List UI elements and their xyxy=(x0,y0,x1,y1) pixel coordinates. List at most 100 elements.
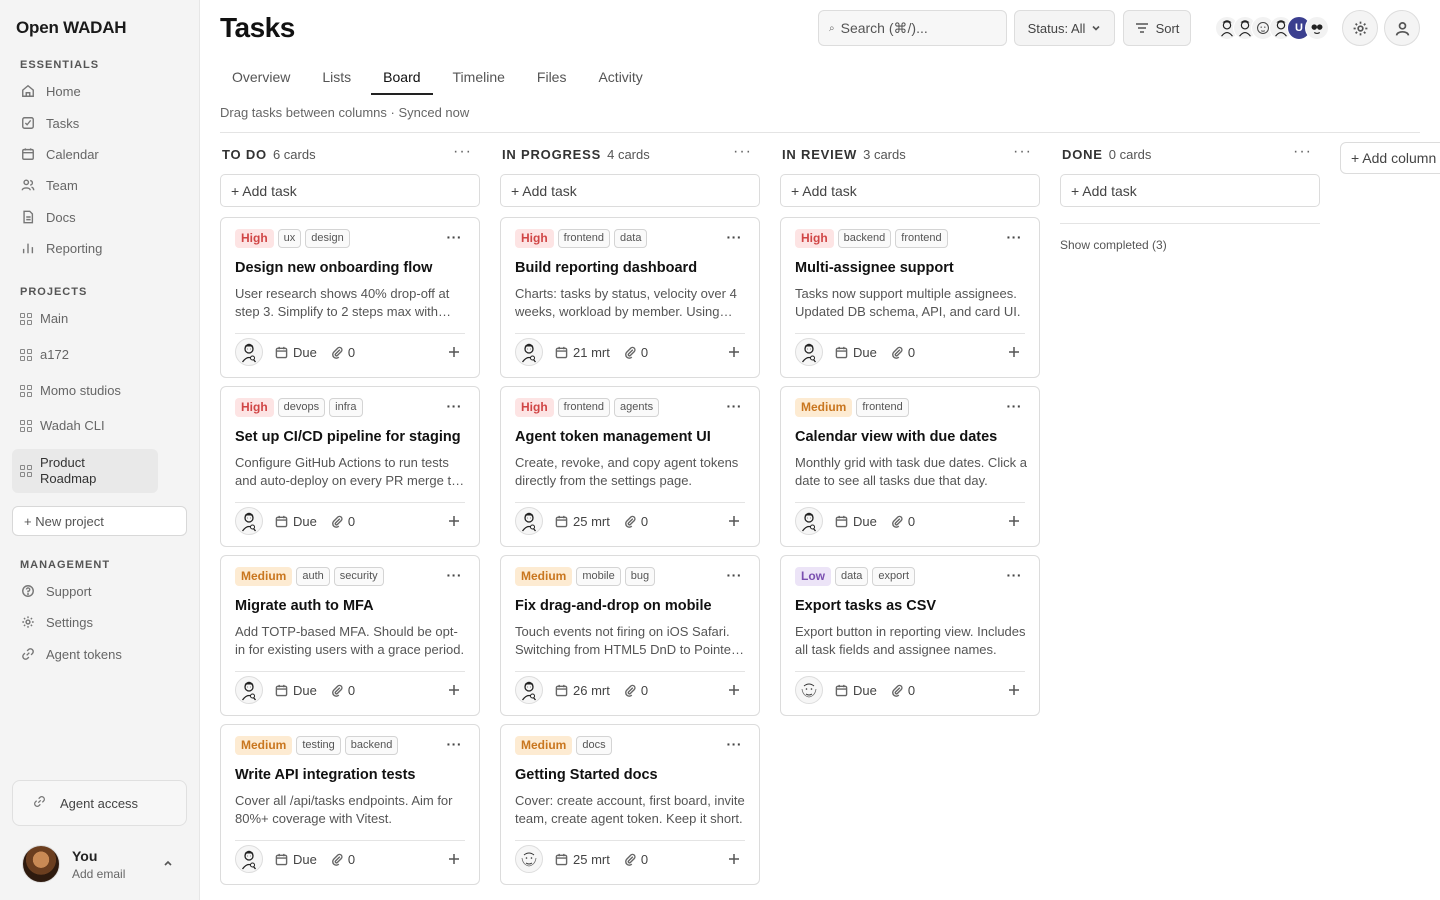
avatar[interactable] xyxy=(235,507,263,535)
tab-activity[interactable]: Activity xyxy=(586,60,654,95)
add-column-button[interactable]: + Add column xyxy=(1340,142,1440,174)
task-card[interactable]: Medium frontend ··· Calendar view with due … xyxy=(780,386,1040,547)
more-icon[interactable]: ··· xyxy=(447,737,463,751)
due-date[interactable]: Due xyxy=(275,514,317,529)
task-card[interactable]: Medium testing backend ··· Write API integra… xyxy=(220,724,480,885)
tab-overview[interactable]: Overview xyxy=(220,60,302,95)
due-date[interactable]: 26 mrt xyxy=(555,683,610,698)
due-date[interactable]: Due xyxy=(835,683,877,698)
plus-icon[interactable] xyxy=(1005,343,1023,361)
plus-icon[interactable] xyxy=(725,343,743,361)
avatar[interactable] xyxy=(795,507,823,535)
user-menu[interactable]: You Add email xyxy=(22,844,182,884)
due-date[interactable]: Due xyxy=(275,852,317,867)
search-input[interactable] xyxy=(840,20,991,36)
attachments[interactable]: 0 xyxy=(891,514,915,529)
more-icon[interactable]: ··· xyxy=(447,568,463,582)
avatar[interactable] xyxy=(235,845,263,873)
sidebar-item-settings[interactable]: Settings xyxy=(20,611,93,633)
plus-icon[interactable] xyxy=(445,512,463,530)
due-date[interactable]: 25 mrt xyxy=(555,852,610,867)
more-icon[interactable]: ··· xyxy=(1293,144,1312,160)
more-icon[interactable]: ··· xyxy=(727,230,743,244)
more-icon[interactable]: ··· xyxy=(447,230,463,244)
add-task-button[interactable]: + Add task xyxy=(780,174,1040,207)
sidebar-item-docs[interactable]: Docs xyxy=(20,206,76,228)
attachments[interactable]: 0 xyxy=(624,852,648,867)
more-icon[interactable]: ··· xyxy=(733,144,752,160)
due-date[interactable]: 21 mrt xyxy=(555,345,610,360)
sidebar-project-wadah-cli[interactable]: Wadah CLI xyxy=(20,418,158,433)
sidebar-item-calendar[interactable]: Calendar xyxy=(20,143,99,165)
sidebar-item-support[interactable]: Support xyxy=(20,580,92,602)
add-task-button[interactable]: + Add task xyxy=(220,174,480,207)
task-card[interactable]: Medium docs ··· Getting Started docs Cover: … xyxy=(500,724,760,885)
task-card[interactable]: Low data export ··· Export tasks as CSV Expor… xyxy=(780,555,1040,716)
show-completed-link[interactable]: Show completed (3) xyxy=(1060,238,1320,252)
task-card[interactable]: High backend frontend ··· Multi-assignee sup… xyxy=(780,217,1040,378)
sidebar-project-momo-studios[interactable]: Momo studios xyxy=(20,383,158,398)
attachments[interactable]: 0 xyxy=(624,345,648,360)
sort-button[interactable]: Sort xyxy=(1123,10,1191,46)
profile-button[interactable] xyxy=(1384,10,1420,46)
sidebar-item-team[interactable]: Team xyxy=(20,174,78,196)
sidebar-item-agent-tokens[interactable]: Agent tokens xyxy=(20,643,122,665)
due-date[interactable]: 25 mrt xyxy=(555,514,610,529)
task-card[interactable]: Medium auth security ··· Migrate auth to MFA… xyxy=(220,555,480,716)
sidebar-project-product-roadmap[interactable]: Product Roadmap xyxy=(12,449,158,493)
due-date[interactable]: Due xyxy=(835,345,877,360)
sidebar-item-tasks[interactable]: Tasks xyxy=(20,112,79,134)
more-icon[interactable]: ··· xyxy=(447,399,463,413)
plus-icon[interactable] xyxy=(1005,512,1023,530)
task-card[interactable]: High devops infra ··· Set up CI/CD pipeline … xyxy=(220,386,480,547)
due-date[interactable]: Due xyxy=(275,345,317,360)
add-task-button[interactable]: + Add task xyxy=(1060,174,1320,207)
more-icon[interactable]: ··· xyxy=(1007,399,1023,413)
avatar[interactable] xyxy=(795,338,823,366)
sidebar-project-a172[interactable]: a172 xyxy=(20,347,158,362)
task-card[interactable]: Medium mobile bug ··· Fix drag-and-drop on m… xyxy=(500,555,760,716)
task-card[interactable]: High frontend data ··· Build reporting dashb… xyxy=(500,217,760,378)
settings-button[interactable] xyxy=(1342,10,1378,46)
avatar[interactable] xyxy=(235,676,263,704)
tab-board[interactable]: Board xyxy=(371,60,433,95)
avatar[interactable] xyxy=(515,676,543,704)
sidebar-item-reporting[interactable]: Reporting xyxy=(20,237,102,259)
attachments[interactable]: 0 xyxy=(331,345,355,360)
tab-lists[interactable]: Lists xyxy=(310,60,363,95)
search-box[interactable]: ⌕ xyxy=(818,10,1007,46)
attachments[interactable]: 0 xyxy=(331,514,355,529)
more-icon[interactable]: ··· xyxy=(727,399,743,413)
more-icon[interactable]: ··· xyxy=(1007,568,1023,582)
avatar[interactable] xyxy=(515,845,543,873)
plus-icon[interactable] xyxy=(445,850,463,868)
add-task-button[interactable]: + Add task xyxy=(500,174,760,207)
avatar[interactable] xyxy=(795,676,823,704)
member-avatars[interactable]: U xyxy=(1215,16,1329,40)
plus-icon[interactable] xyxy=(445,681,463,699)
more-icon[interactable]: ··· xyxy=(1013,144,1032,160)
attachments[interactable]: 0 xyxy=(331,683,355,698)
attachments[interactable]: 0 xyxy=(891,683,915,698)
more-icon[interactable]: ··· xyxy=(453,144,472,160)
avatar[interactable] xyxy=(515,338,543,366)
attachments[interactable]: 0 xyxy=(331,852,355,867)
plus-icon[interactable] xyxy=(445,343,463,361)
plus-icon[interactable] xyxy=(725,850,743,868)
task-card[interactable]: High frontend agents ··· Agent token managem… xyxy=(500,386,760,547)
avatar[interactable] xyxy=(235,338,263,366)
attachments[interactable]: 0 xyxy=(891,345,915,360)
sidebar-project-main[interactable]: Main xyxy=(20,311,158,326)
task-card[interactable]: High ux design ··· Design new onboarding flo… xyxy=(220,217,480,378)
plus-icon[interactable] xyxy=(725,681,743,699)
avatar[interactable] xyxy=(515,507,543,535)
due-date[interactable]: Due xyxy=(275,683,317,698)
sidebar-item-home[interactable]: Home xyxy=(20,80,81,102)
new-project-button[interactable]: + New project xyxy=(12,506,187,536)
due-date[interactable]: Due xyxy=(835,514,877,529)
tab-timeline[interactable]: Timeline xyxy=(441,60,517,95)
attachments[interactable]: 0 xyxy=(624,514,648,529)
more-icon[interactable]: ··· xyxy=(727,737,743,751)
tab-files[interactable]: Files xyxy=(525,60,579,95)
plus-icon[interactable] xyxy=(1005,681,1023,699)
